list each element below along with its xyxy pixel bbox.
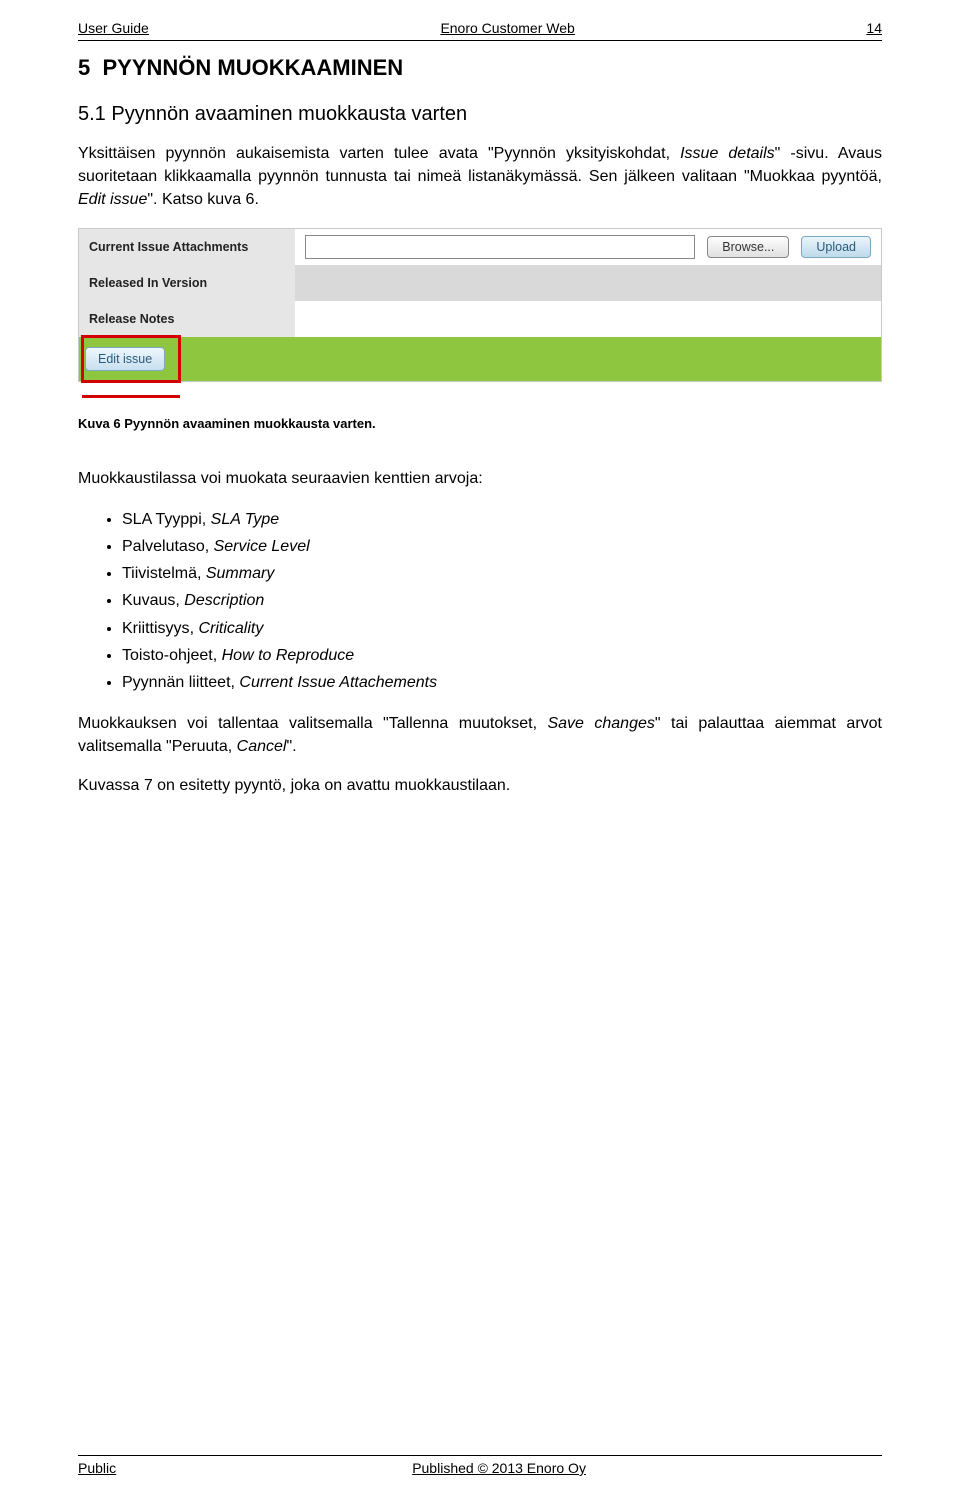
page-header: User Guide Enoro Customer Web 14 xyxy=(78,20,882,36)
release-notes-label: Release Notes xyxy=(79,301,295,337)
released-in-version-cell xyxy=(295,265,881,301)
figure-caption: Kuva 6 Pyynnön avaaminen muokkausta vart… xyxy=(78,416,882,431)
paragraph-1: Yksittäisen pyynnön aukaisemista varten … xyxy=(78,142,882,212)
footer-left: Public xyxy=(78,1460,116,1476)
attachments-cell: Browse... Upload xyxy=(295,229,881,265)
edit-issue-button[interactable]: Edit issue xyxy=(85,347,165,371)
subsection-title: Pyynnön avaaminen muokkausta varten xyxy=(111,103,467,125)
list-item: SLA Tyyppi, SLA Type xyxy=(122,506,882,533)
list-item: Kriittisyys, Criticality xyxy=(122,615,882,642)
list-item: Kuvaus, Description xyxy=(122,587,882,614)
section-title: PYYNNÖN MUOKKAAMINEN xyxy=(102,55,403,80)
header-page-number: 14 xyxy=(866,20,882,36)
subsection-heading: 5.1 Pyynnön avaaminen muokkausta varten xyxy=(78,103,882,126)
released-in-version-label: Released In Version xyxy=(79,265,295,301)
list-intro: Muokkaustilassa voi muokata seuraavien k… xyxy=(78,467,882,490)
document-page: User Guide Enoro Customer Web 14 5 PYYNN… xyxy=(0,0,960,1506)
fields-list: SLA Tyyppi, SLA Type Palvelutaso, Servic… xyxy=(122,506,882,696)
header-divider xyxy=(78,40,882,41)
edit-issue-bar: Edit issue xyxy=(79,337,881,381)
list-item: Toisto-ohjeet, How to Reproduce xyxy=(122,642,882,669)
upload-button[interactable]: Upload xyxy=(801,236,871,258)
release-notes-row: Release Notes xyxy=(79,301,881,337)
section-number: 5 xyxy=(78,55,90,80)
released-in-version-row: Released In Version xyxy=(79,265,881,301)
attachments-label: Current Issue Attachments xyxy=(79,229,295,265)
section-heading: 5 PYYNNÖN MUOKKAAMINEN xyxy=(78,55,882,81)
list-item: Tiivistelmä, Summary xyxy=(122,560,882,587)
page-footer: Public Published © 2013 Enoro Oy xyxy=(78,1460,882,1476)
list-item: Pyynnän liitteet, Current Issue Attachem… xyxy=(122,669,882,696)
footer-divider xyxy=(78,1455,882,1456)
browse-button[interactable]: Browse... xyxy=(707,236,789,258)
list-item: Palvelutaso, Service Level xyxy=(122,533,882,560)
header-left: User Guide xyxy=(78,20,149,36)
embedded-screenshot: Current Issue Attachments Browse... Uplo… xyxy=(78,228,882,382)
file-input[interactable] xyxy=(305,235,695,259)
attachments-row: Current Issue Attachments Browse... Uplo… xyxy=(79,229,881,265)
paragraph-3: Kuvassa 7 on esitetty pyyntö, joka on av… xyxy=(78,774,882,797)
footer-center: Published © 2013 Enoro Oy xyxy=(412,1460,586,1476)
header-center: Enoro Customer Web xyxy=(440,20,574,36)
paragraph-2: Muokkauksen voi tallentaa valitsemalla "… xyxy=(78,712,882,758)
subsection-number: 5.1 xyxy=(78,103,106,125)
release-notes-cell xyxy=(295,301,881,337)
